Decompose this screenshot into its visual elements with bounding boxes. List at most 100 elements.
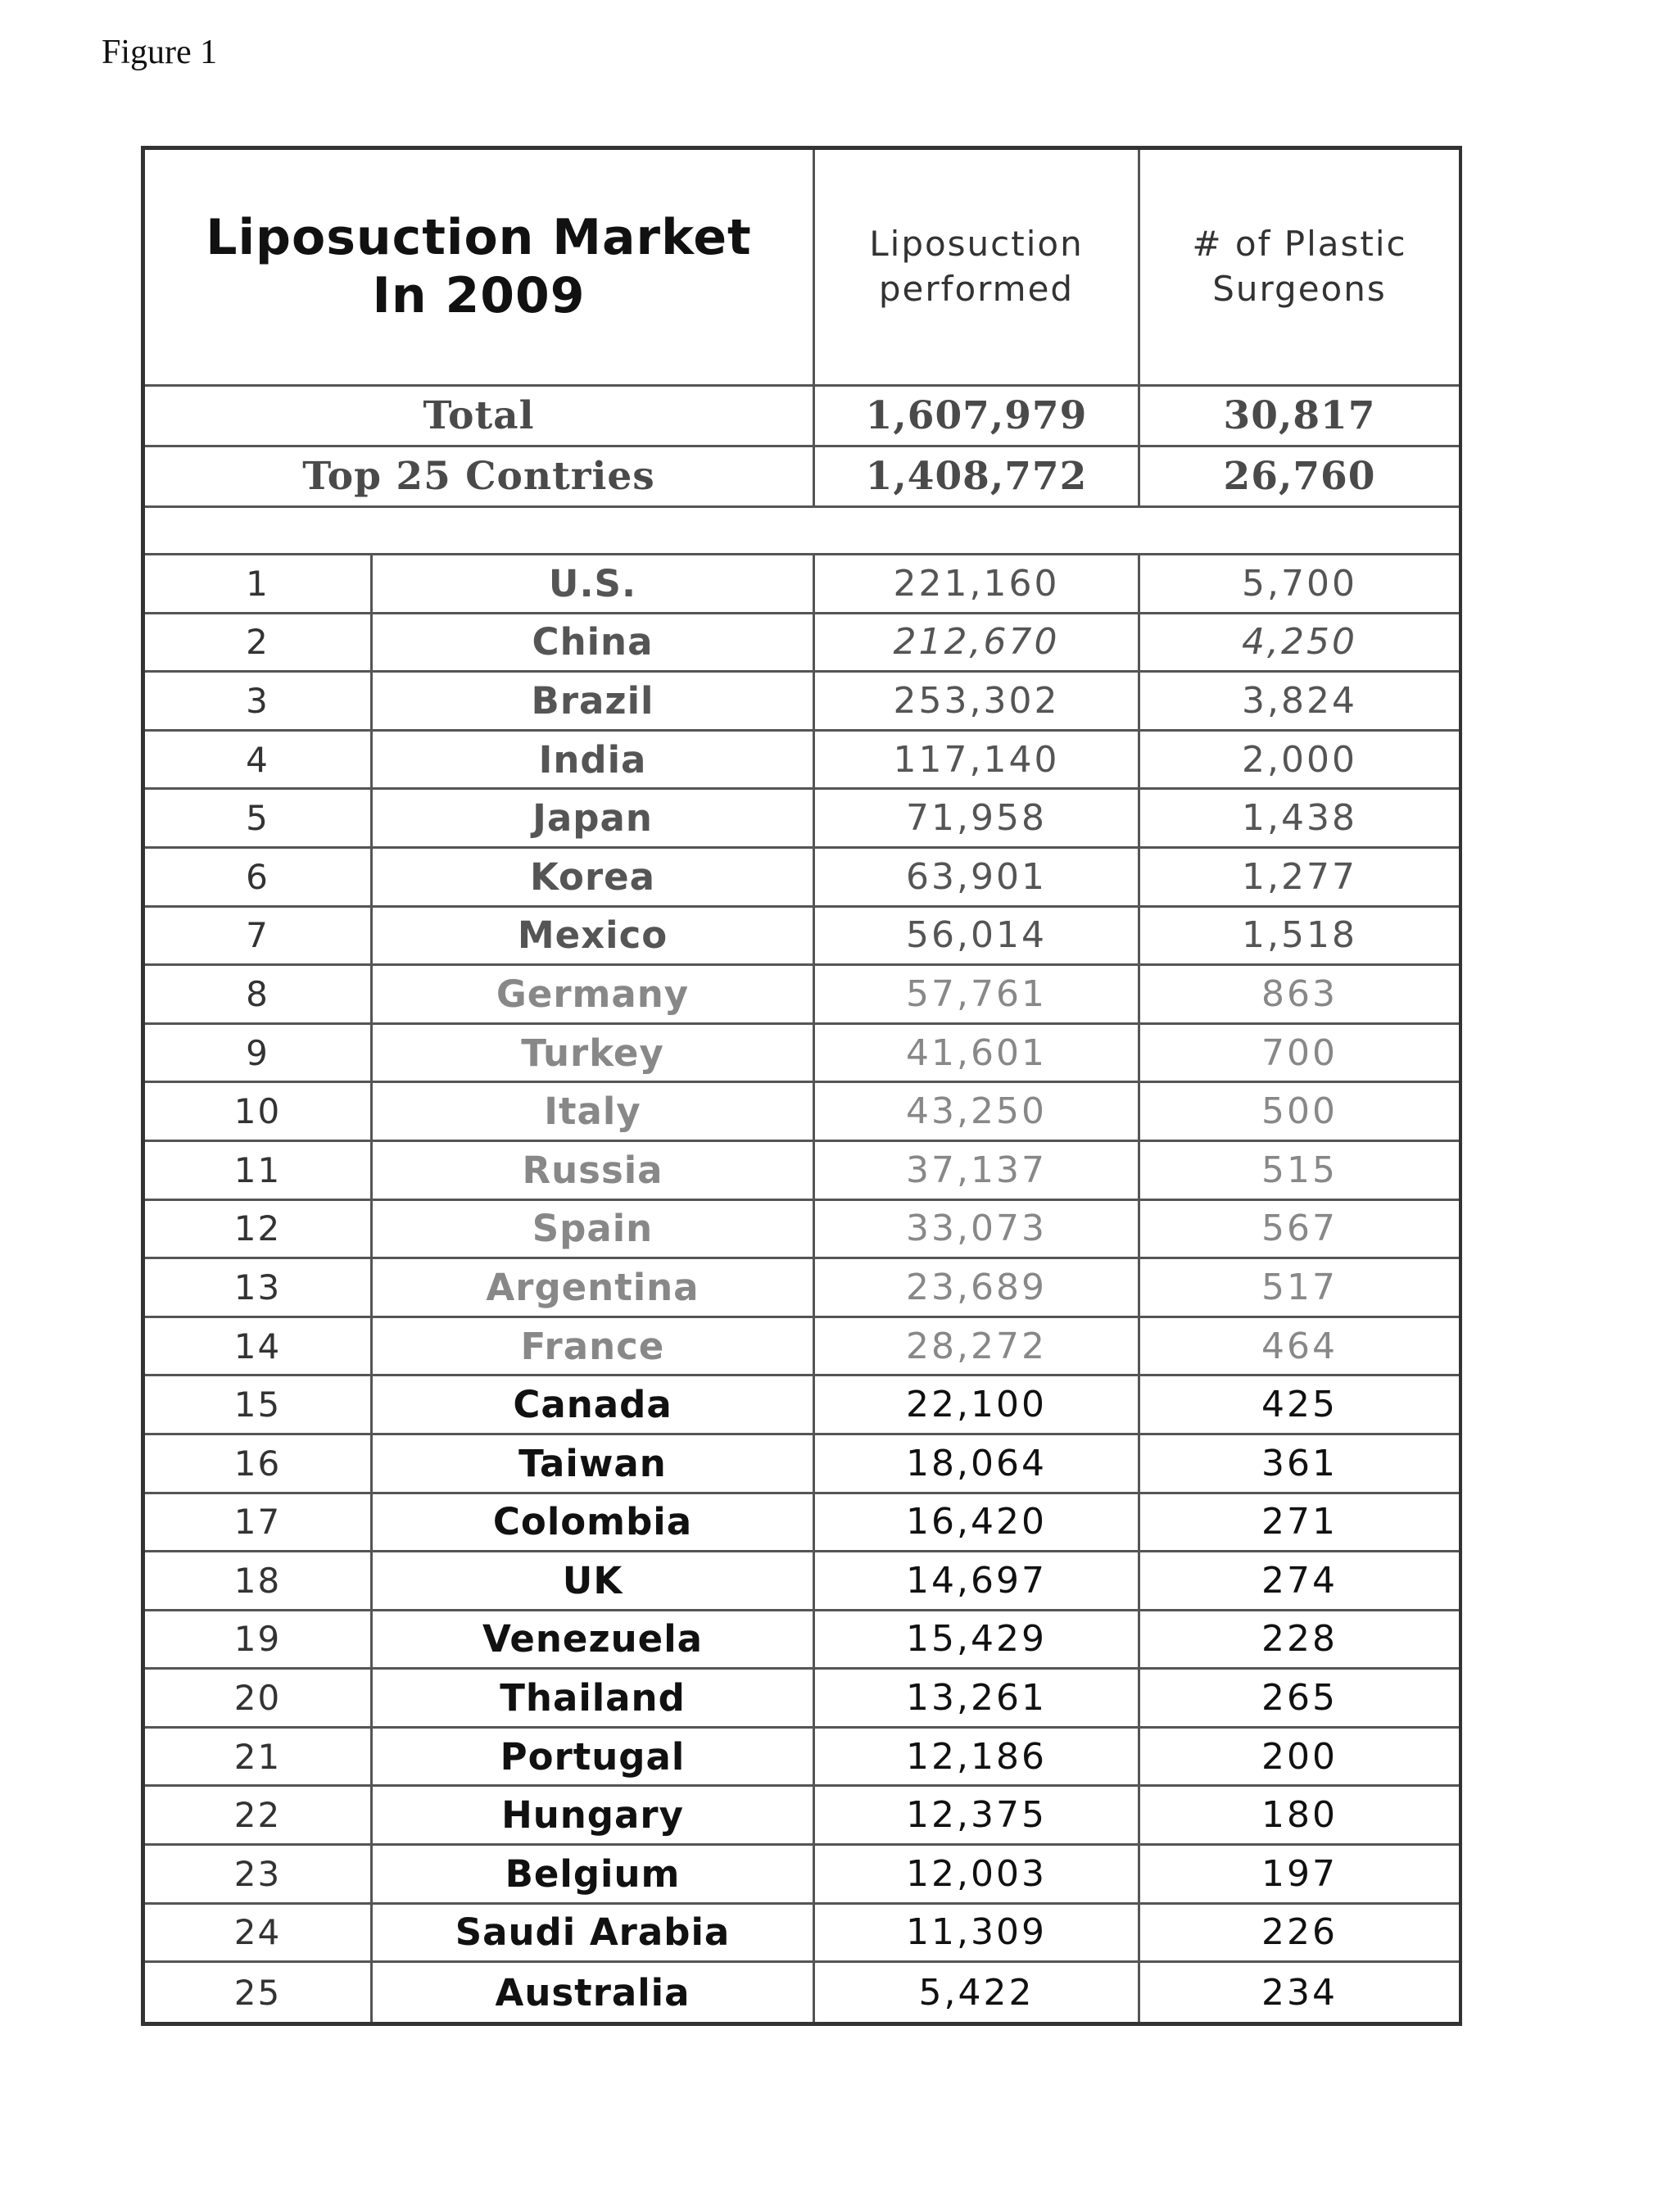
rank-cell: 14	[145, 1317, 373, 1375]
surgeons-cell: 3,824	[1242, 679, 1357, 722]
surgeons-cell: 180	[1261, 1794, 1338, 1837]
liposuction-cell: 212,670	[815, 614, 1140, 671]
table-row: 16 Taiwan 18,064 361	[145, 1434, 1459, 1494]
country-cell: Brazil	[373, 673, 815, 729]
column-header-liposuction: Liposuction performed	[815, 150, 1140, 384]
table-row: 23 Belgium 12,003 197	[145, 1846, 1459, 1905]
country-cell: Taiwan	[373, 1434, 815, 1492]
surgeons-cell: 1,518	[1242, 914, 1357, 957]
country-cell: Canada	[373, 1376, 815, 1433]
country-cell: U.S.	[373, 555, 815, 612]
rank-cell: 24	[145, 1904, 373, 1961]
rank-cell: 11	[145, 1141, 373, 1199]
liposuction-cell: 12,186	[815, 1728, 1140, 1785]
table-row: 10 Italy 43,250 500	[145, 1083, 1459, 1142]
table-row: 2 China 212,670 4,250	[145, 614, 1459, 673]
country-cell: Colombia	[373, 1493, 815, 1551]
country-cell: Thailand	[373, 1670, 815, 1726]
table-row: 18 UK 14,697 274	[145, 1552, 1459, 1611]
summary-surgeons: 26,760	[1223, 454, 1376, 499]
table-row: 8 Germany 57,761 863	[145, 966, 1459, 1025]
liposuction-market-table: Liposuction Market In 2009 Liposuction p…	[141, 146, 1462, 2026]
table-row: 4 India 117,140 2,000	[145, 731, 1459, 791]
surgeons-cell: 500	[1261, 1090, 1338, 1133]
country-cell: Italy	[373, 1083, 815, 1140]
surgeons-cell: 271	[1261, 1501, 1338, 1543]
country-cell: Saudi Arabia	[373, 1904, 815, 1961]
surgeons-cell: 200	[1261, 1735, 1338, 1778]
summary-liposuction: 1,607,979	[815, 387, 1140, 445]
liposuction-cell: 18,064	[815, 1434, 1140, 1492]
liposuction-cell: 12,375	[815, 1787, 1140, 1844]
spacer-row	[145, 508, 1459, 555]
rank-cell: 21	[145, 1728, 373, 1785]
rank-cell: 13	[145, 1259, 373, 1316]
surgeons-cell: 425	[1261, 1384, 1338, 1426]
summary-surgeons: 30,817	[1223, 393, 1376, 438]
liposuction-cell: 11,309	[815, 1904, 1140, 1961]
figure-label: Figure 1	[102, 34, 218, 71]
surgeons-cell: 700	[1261, 1031, 1338, 1074]
surgeons-cell: 1,438	[1242, 797, 1357, 840]
liposuction-cell: 71,958	[815, 790, 1140, 846]
surgeons-cell: 515	[1261, 1149, 1338, 1191]
surgeons-cell: 361	[1261, 1442, 1338, 1484]
surgeons-cell: 234	[1261, 1971, 1338, 2014]
table-row: 14 France 28,272 464	[145, 1317, 1459, 1377]
surgeons-cell: 863	[1261, 972, 1338, 1015]
country-cell: India	[373, 731, 815, 788]
country-cell: Australia	[373, 1963, 815, 2022]
table-title: Liposuction Market In 2009	[206, 209, 752, 325]
liposuction-cell: 43,250	[815, 1083, 1140, 1140]
country-cell: Germany	[373, 966, 815, 1022]
column-header-liposuction-line2: performed	[878, 269, 1075, 309]
liposuction-cell: 56,014	[815, 907, 1140, 964]
liposuction-cell: 23,689	[815, 1259, 1140, 1316]
liposuction-cell: 15,429	[815, 1611, 1140, 1668]
table-row: 9 Turkey 41,601 700	[145, 1024, 1459, 1084]
table-row: 1 U.S. 221,160 5,700	[145, 555, 1459, 614]
table-row: 24 Saudi Arabia 11,309 226	[145, 1904, 1459, 1964]
surgeons-cell: 1,277	[1242, 855, 1357, 898]
country-cell: Hungary	[373, 1787, 815, 1844]
liposuction-cell: 57,761	[815, 966, 1140, 1022]
liposuction-cell: 37,137	[815, 1141, 1140, 1199]
country-cell: Venezuela	[373, 1611, 815, 1668]
rank-cell: 1	[145, 555, 373, 612]
country-cell: Portugal	[373, 1728, 815, 1785]
country-cell: Spain	[373, 1200, 815, 1258]
liposuction-cell: 117,140	[815, 731, 1140, 788]
country-rows: 1 U.S. 221,160 5,700 2 China 212,670 4,250 3 Braz…	[145, 555, 1459, 2022]
country-cell: Turkey	[373, 1024, 815, 1081]
table-title-line1: Liposuction Market	[206, 209, 752, 267]
table-title-line2: In 2009	[372, 267, 586, 324]
rank-cell: 19	[145, 1611, 373, 1668]
column-header-surgeons-line2: Surgeons	[1212, 269, 1387, 309]
surgeons-cell: 2,000	[1242, 738, 1357, 781]
surgeons-cell: 226	[1261, 1911, 1338, 1954]
liposuction-cell: 33,073	[815, 1200, 1140, 1258]
rank-cell: 12	[145, 1200, 373, 1258]
rank-cell: 16	[145, 1434, 373, 1492]
country-cell: Argentina	[373, 1259, 815, 1316]
country-cell: UK	[373, 1552, 815, 1609]
surgeons-cell: 4,250	[1242, 621, 1357, 664]
liposuction-cell: 14,697	[815, 1552, 1140, 1609]
table-row: 15 Canada 22,100 425	[145, 1376, 1459, 1435]
country-cell: Mexico	[373, 907, 815, 964]
liposuction-cell: 41,601	[815, 1024, 1140, 1081]
liposuction-cell: 12,003	[815, 1846, 1140, 1902]
country-cell: Russia	[373, 1141, 815, 1199]
surgeons-cell: 265	[1261, 1677, 1338, 1720]
liposuction-cell: 5,422	[815, 1963, 1140, 2022]
table-row: 19 Venezuela 15,429 228	[145, 1611, 1459, 1670]
country-cell: China	[373, 614, 815, 671]
liposuction-cell: 221,160	[815, 555, 1140, 612]
column-header-liposuction-line1: Liposuction	[869, 224, 1084, 265]
rank-cell: 6	[145, 848, 373, 905]
table-row: 3 Brazil 253,302 3,824	[145, 673, 1459, 732]
rank-cell: 15	[145, 1376, 373, 1433]
table-header-row: Liposuction Market In 2009 Liposuction p…	[145, 150, 1459, 387]
rank-cell: 17	[145, 1493, 373, 1551]
rank-cell: 3	[145, 673, 373, 729]
